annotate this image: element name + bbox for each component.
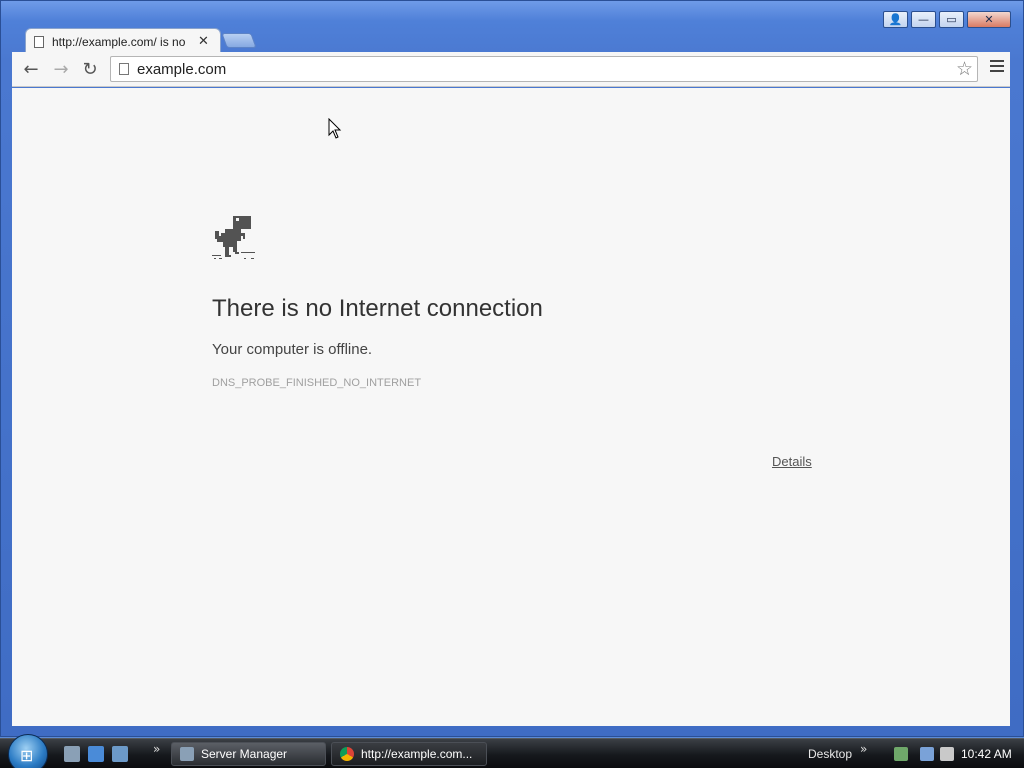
tray-volume-muted-icon[interactable] [940, 747, 954, 761]
close-window-button[interactable]: ✕ [967, 11, 1011, 28]
tray-security-icon[interactable] [894, 747, 908, 761]
back-button[interactable]: ← [20, 58, 42, 80]
error-code: DNS_PROBE_FINISHED_NO_INTERNET [212, 377, 422, 389]
tab-close-icon[interactable]: ✕ [198, 34, 209, 49]
taskbar: ⊞ » Server Manager http://example.com...… [0, 734, 1024, 768]
url-text[interactable]: example.com [137, 61, 226, 78]
tab-title: http://example.com/ is no [52, 34, 186, 49]
maximize-icon: ▭ [946, 13, 957, 26]
quicklaunch-overflow-icon[interactable]: » [153, 742, 160, 756]
minimize-button[interactable]: — [911, 11, 936, 28]
details-link[interactable]: Details [772, 454, 812, 469]
taskbar-button-label: http://example.com... [361, 747, 473, 761]
back-arrow-icon: ← [23, 58, 39, 80]
offline-dino-icon [212, 216, 255, 259]
start-button[interactable]: ⊞ [8, 734, 48, 768]
browser-toolbar: ← → ↻ example.com ☆ [12, 52, 1010, 87]
page-content: There is no Internet connection Your com… [12, 88, 1010, 726]
error-description: Your computer is offline. [212, 341, 373, 358]
close-icon: ✕ [984, 13, 994, 26]
server-manager-icon [180, 747, 194, 761]
new-tab-button[interactable] [221, 33, 257, 48]
forward-button[interactable]: → [50, 58, 72, 80]
bookmark-star-icon[interactable]: ☆ [956, 58, 973, 80]
forward-arrow-icon: → [53, 58, 69, 80]
switch-windows-icon[interactable] [112, 746, 128, 762]
chrome-menu-button[interactable] [990, 60, 1004, 76]
tray-network-icon[interactable] [920, 747, 934, 761]
mouse-cursor-icon [328, 118, 342, 139]
chrome-icon [340, 747, 354, 761]
taskbar-button-chrome[interactable]: http://example.com... [331, 742, 487, 766]
page-icon [119, 63, 129, 75]
taskbar-clock[interactable]: 10:42 AM [961, 747, 1012, 761]
person-icon: 👤 [888, 13, 903, 26]
show-desktop-icon[interactable] [88, 746, 104, 762]
windows-logo-icon: ⊞ [20, 746, 34, 765]
address-bar[interactable]: example.com ☆ [110, 56, 978, 82]
error-headline: There is no Internet connection [212, 295, 543, 322]
reload-icon: ↻ [82, 58, 98, 80]
taskbar-button-server-manager[interactable]: Server Manager [171, 742, 326, 766]
desktop-overflow-icon[interactable]: » [860, 742, 867, 756]
reload-button[interactable]: ↻ [79, 58, 101, 80]
user-button[interactable]: 👤 [883, 11, 908, 28]
window-controls: 👤 — ▭ ✕ [880, 11, 1011, 28]
page-icon [34, 35, 44, 48]
taskbar-button-label: Server Manager [201, 747, 288, 761]
server-manager-quicklaunch-icon[interactable] [64, 746, 80, 762]
maximize-button[interactable]: ▭ [939, 11, 964, 28]
desktop-toolbar-label[interactable]: Desktop [808, 747, 852, 761]
browser-tab[interactable]: http://example.com/ is no ✕ [25, 28, 221, 54]
hamburger-icon [990, 60, 1004, 62]
minimize-icon: — [918, 13, 929, 26]
